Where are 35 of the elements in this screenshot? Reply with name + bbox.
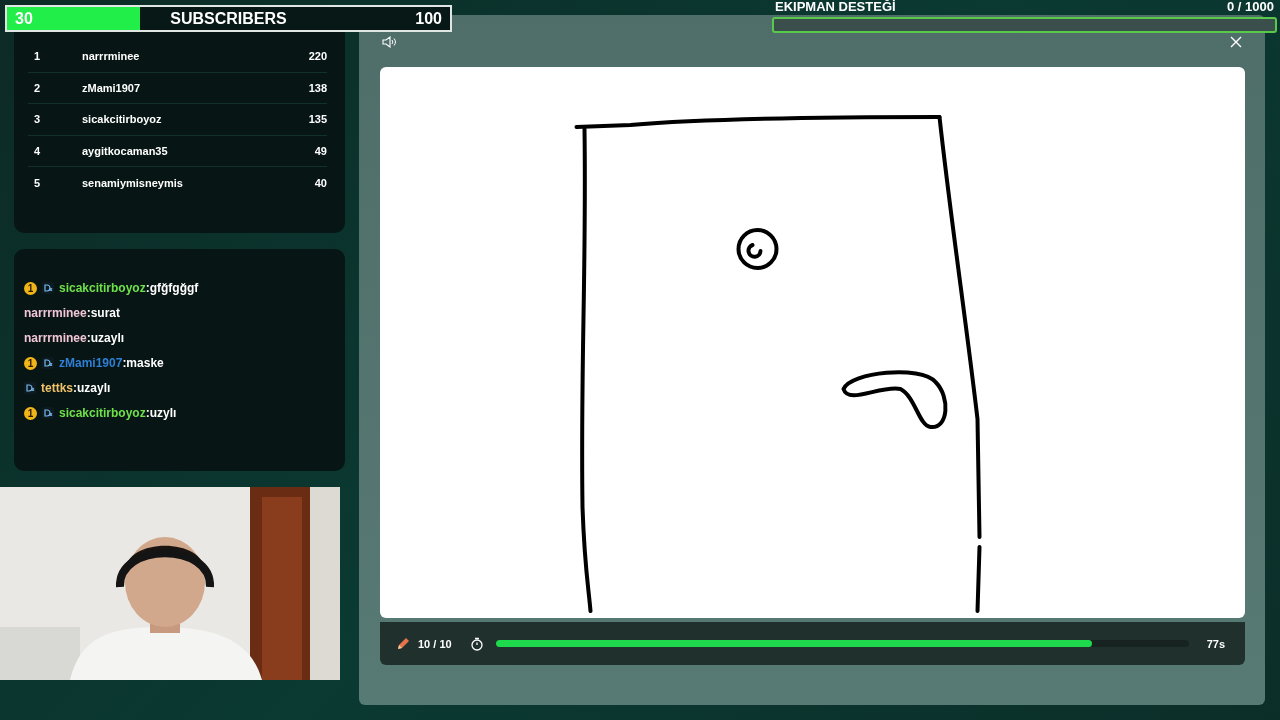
goal-label: SUBSCRIBERS: [170, 9, 287, 28]
goal-label: EKIPMAN DESTEĞİ: [775, 0, 896, 13]
username: senamiymisneymis: [82, 176, 184, 189]
timer-reading: 77s: [1206, 637, 1225, 650]
username: zMami1907: [82, 81, 142, 94]
rank-number: 1: [33, 50, 42, 63]
username: narrrminee: [82, 50, 141, 63]
level-badge: 1: [24, 406, 37, 420]
goal-target: 100: [415, 9, 442, 28]
pencil-icon: [396, 636, 410, 651]
score: 49: [314, 145, 327, 158]
score: 220: [308, 50, 327, 63]
rank-number: 5: [33, 176, 42, 189]
username: aygitkocaman35: [82, 145, 169, 158]
close-icon[interactable]: [1230, 36, 1242, 48]
score: 135: [308, 113, 327, 126]
rank-number: 2: [33, 81, 42, 94]
score: 138: [308, 81, 327, 94]
level-badge: 1: [24, 281, 37, 295]
stopwatch-icon: [469, 636, 484, 651]
level-badge: 1: [24, 356, 37, 370]
chat-message: sicakcitirboyoz:uzylı: [59, 406, 177, 420]
rank-number: 4: [33, 145, 42, 158]
score: 40: [314, 176, 327, 189]
goal-current: 30: [15, 9, 33, 28]
chat-message: narrrminee:surat: [24, 306, 121, 320]
chat-message: sicakcitirboyoz:gfğfgğgf: [59, 281, 199, 295]
username: sicakcitirboyoz: [82, 113, 163, 126]
chat-message: narrrminee:uzaylı: [24, 331, 125, 345]
stroke-count: 10 / 10: [418, 637, 452, 650]
chat-message: zMami1907:maske: [59, 356, 164, 370]
speaker-icon[interactable]: [382, 36, 396, 48]
chat-message: tettks:uzaylı: [41, 381, 111, 395]
goal-count: 0 / 1000: [1227, 0, 1274, 13]
rank-number: 3: [33, 113, 42, 126]
